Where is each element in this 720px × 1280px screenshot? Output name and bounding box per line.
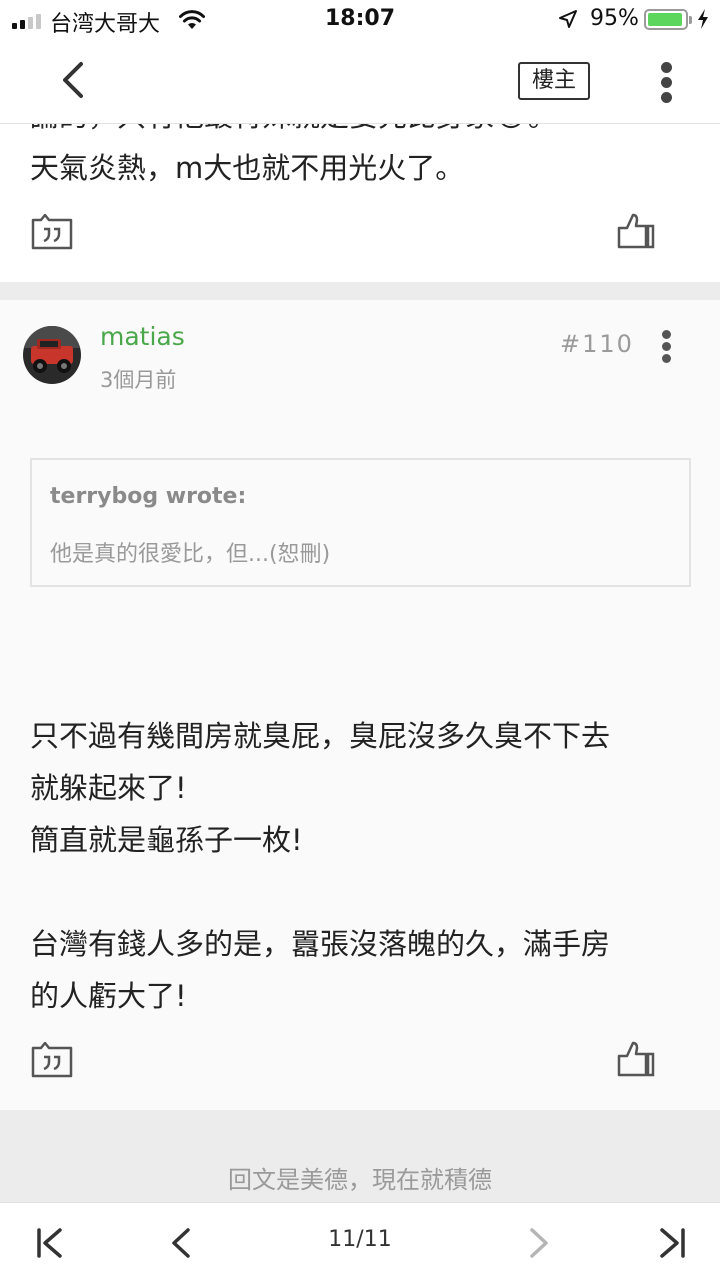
post-body: 只不過有幾間房就臭屁，臭屁沒多久臭不下去 就躲起來了! 簡直就是龜孫子一枚! 台… (30, 710, 700, 1022)
quote-reply-button[interactable] (31, 1041, 73, 1078)
battery-percentage: 95% (590, 6, 639, 31)
post-separator (0, 282, 720, 300)
post-body-line: 台灣有錢人多的是，囂張沒落魄的久，滿手房 (30, 927, 611, 961)
pagination-bar: 11/11 (0, 1202, 720, 1280)
back-button[interactable] (52, 58, 96, 102)
post-card: matias 3個月前 #110 terrybog wrote: 他是真的很愛比… (0, 300, 720, 1110)
like-button[interactable] (616, 210, 656, 250)
chevron-left-icon (63, 62, 83, 98)
avatar[interactable] (23, 326, 81, 384)
op-only-button[interactable]: 樓主 (518, 62, 590, 100)
quote-author: terrybog wrote: (50, 484, 247, 509)
page-indicator[interactable]: 11/11 (0, 1227, 720, 1252)
quote-reply-button[interactable] (31, 213, 73, 250)
chevron-right-icon (530, 1228, 548, 1258)
quote-icon (31, 1041, 73, 1078)
previous-post-line: 論的，只有他最特殊就是要先比身家😂。 (30, 124, 557, 142)
vertical-dots-icon (661, 62, 672, 73)
thumbs-up-icon (617, 213, 655, 249)
battery-icon (644, 9, 692, 30)
location-arrow-icon (559, 10, 577, 28)
charging-bolt-icon (698, 9, 708, 29)
previous-post: 論的，只有他最特殊就是要先比身家😂。 天氣炎熱，m大也就不用光火了。 (0, 124, 720, 282)
app-header: 樓主 (0, 40, 720, 124)
quoted-reply: terrybog wrote: 他是真的很愛比，但...(恕刪) (30, 458, 691, 587)
status-bar: 台湾大哥大 18:07 95% (0, 0, 720, 40)
post-body-line: 就躲起來了! (30, 771, 187, 805)
previous-post-body: 論的，只有他最特殊就是要先比身家😂。 天氣炎熱，m大也就不用光火了。 (30, 124, 557, 194)
next-page-button[interactable] (518, 1223, 558, 1263)
last-page-icon (660, 1228, 685, 1258)
post-body-line: 只不過有幾間房就臭屁，臭屁沒多久臭不下去 (30, 719, 611, 753)
post-body-line: 的人虧大了! (30, 979, 187, 1013)
floor-number: #110 (560, 330, 634, 358)
quote-icon (31, 213, 73, 250)
vertical-dots-icon (662, 330, 671, 339)
post-time: 3個月前 (100, 368, 177, 392)
post-body-line: 簡直就是龜孫子一枚! (30, 823, 303, 857)
header-more-button[interactable] (650, 60, 684, 106)
post-more-button[interactable] (656, 330, 678, 363)
previous-post-line: 天氣炎熱，m大也就不用光火了。 (30, 151, 465, 185)
like-button[interactable] (616, 1038, 656, 1078)
reply-cta[interactable]: 回文是美德，現在就積德 (0, 1160, 720, 1195)
quote-text: 他是真的很愛比，但...(恕刪) (50, 542, 331, 567)
post-author[interactable]: matias (100, 322, 185, 351)
last-page-button[interactable] (652, 1223, 692, 1263)
thumbs-up-icon (617, 1041, 655, 1077)
red-jeep-avatar (23, 326, 81, 384)
post-body-line (30, 866, 700, 918)
reply-cta-band: 回文是美德，現在就積德 (0, 1110, 720, 1202)
